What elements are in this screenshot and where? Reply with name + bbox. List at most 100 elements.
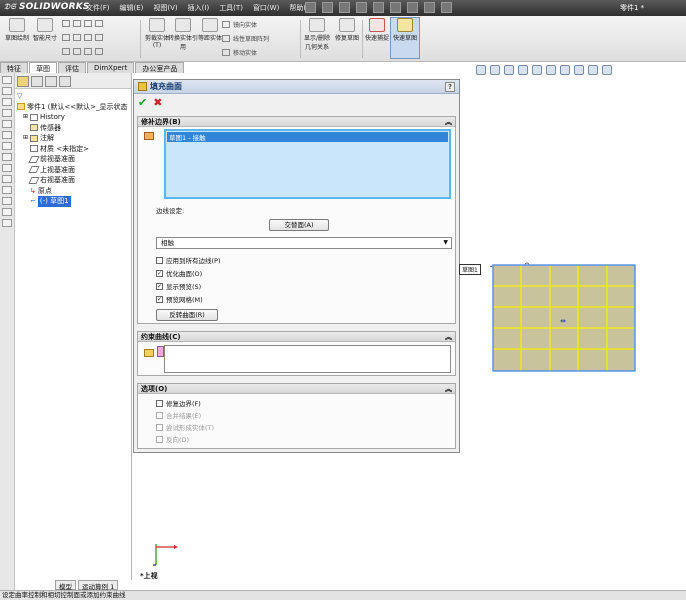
configuration-tab-icon[interactable] xyxy=(45,76,57,87)
collapse-chevron-icon[interactable]: ︽ xyxy=(445,384,452,394)
polygon-icon[interactable] xyxy=(84,34,92,41)
tree-item-sketch1[interactable]: ⌐ (-) 草图1 xyxy=(17,196,129,207)
solidworks-logo[interactable]: 𝔇𝔖 SOLIDWORKS xyxy=(4,2,90,12)
ellipse-icon[interactable] xyxy=(73,48,81,55)
menu-edit[interactable]: 编辑(E) xyxy=(120,3,144,13)
fillet-icon[interactable] xyxy=(95,34,103,41)
file-properties-icon[interactable] xyxy=(424,2,435,13)
centerline-icon[interactable] xyxy=(95,48,103,55)
slot-icon[interactable] xyxy=(62,48,70,55)
apply-scene-icon[interactable] xyxy=(588,65,598,75)
fill-surface-preview-mesh[interactable]: ⇹ xyxy=(490,262,640,374)
open-icon[interactable] xyxy=(322,2,333,13)
preview-mesh-checkbox[interactable]: ✓ 预览网格(M) xyxy=(156,294,203,304)
show-preview-checkbox[interactable]: ✓ 显示预览(S) xyxy=(156,281,201,291)
cancel-x-icon[interactable]: ✖ xyxy=(153,96,162,109)
menu-file[interactable]: 文件(F) xyxy=(86,3,110,13)
circle-icon[interactable] xyxy=(73,20,81,27)
tree-item-origin[interactable]: ↳ 原点 xyxy=(17,186,129,197)
menu-window[interactable]: 窗口(W) xyxy=(253,3,279,13)
try-solid-checkbox[interactable]: 尝试形成实体(T) xyxy=(156,422,214,432)
tab-model[interactable]: 模型 xyxy=(55,580,76,591)
help-button[interactable]: ? xyxy=(445,82,455,92)
strip-tool-icon[interactable] xyxy=(2,120,12,128)
previous-view-icon[interactable] xyxy=(504,65,514,75)
select-icon[interactable] xyxy=(390,2,401,13)
menu-insert[interactable]: 插入(I) xyxy=(188,3,210,13)
zoom-to-fit-icon[interactable] xyxy=(476,65,486,75)
point-icon[interactable] xyxy=(95,20,103,27)
offset-entities-button[interactable]: 等距实体 xyxy=(195,18,225,42)
tree-root-part[interactable]: 零件1 (默认<<默认>_显示状态 xyxy=(17,102,129,113)
arc-icon[interactable] xyxy=(73,34,81,41)
apply-all-edges-checkbox[interactable]: 应用到所有边线(P) xyxy=(156,255,221,265)
fix-boundary-checkbox[interactable]: 修复边界(F) xyxy=(156,398,201,408)
collapse-chevron-icon[interactable]: ︽ xyxy=(445,332,452,342)
rapid-sketch-button[interactable]: 快速草图 xyxy=(390,17,420,59)
new-document-icon[interactable] xyxy=(305,2,316,13)
options-icon[interactable] xyxy=(441,2,452,13)
print-icon[interactable] xyxy=(356,2,367,13)
line-icon[interactable] xyxy=(62,20,70,27)
tree-item-front-plane[interactable]: 前视基准面 xyxy=(17,154,129,165)
tab-features[interactable]: 特征 xyxy=(0,62,28,73)
linear-pattern[interactable]: 线性草图阵列 xyxy=(222,34,269,43)
merge-result-checkbox[interactable]: 合并结果(E) xyxy=(156,410,201,420)
menu-view[interactable]: 视图(V) xyxy=(153,3,177,13)
tree-item-right-plane[interactable]: 右视基准面 xyxy=(17,175,129,186)
strip-tool-icon[interactable] xyxy=(2,142,12,150)
relations-button[interactable]: 显示/删除几何关系 xyxy=(302,18,332,51)
tab-office-products[interactable]: 办公室产品 xyxy=(135,62,185,73)
strip-tool-icon[interactable] xyxy=(2,219,12,227)
save-icon[interactable] xyxy=(339,2,350,13)
group-header[interactable]: 选项(O) ︽ xyxy=(138,384,455,394)
tree-item-top-plane[interactable]: 上视基准面 xyxy=(17,165,129,176)
rectangle-icon[interactable] xyxy=(62,34,70,41)
feature-tree-tab-icon[interactable] xyxy=(17,76,29,87)
sketch-callout-label[interactable]: 草图1 xyxy=(459,264,481,275)
move-entities[interactable]: 移动实体 xyxy=(222,48,257,57)
property-manager-tab-icon[interactable] xyxy=(31,76,43,87)
tab-evaluate[interactable]: 评估 xyxy=(58,62,86,73)
group-header[interactable]: 约束曲线(C) ︽ xyxy=(138,332,455,342)
strip-tool-icon[interactable] xyxy=(2,87,12,95)
ok-check-icon[interactable]: ✔ xyxy=(138,96,147,109)
sketch-button[interactable]: 草图绘制 xyxy=(2,18,32,42)
strip-tool-icon[interactable] xyxy=(2,175,12,183)
filter-icon[interactable]: ▽ xyxy=(17,91,129,102)
strip-tool-icon[interactable] xyxy=(2,197,12,205)
strip-tool-icon[interactable] xyxy=(2,131,12,139)
optimize-surface-checkbox[interactable]: ✓ 优化曲面(O) xyxy=(156,268,202,278)
display-style-icon[interactable] xyxy=(546,65,556,75)
mirror-entities[interactable]: 镜向实体 xyxy=(222,20,257,29)
convert-entities-button[interactable]: 转换实体引用 xyxy=(168,18,198,51)
alternate-face-button[interactable]: 交替面(A) xyxy=(269,219,329,231)
edit-appearance-icon[interactable] xyxy=(574,65,584,75)
smart-dimension-button[interactable]: 智能尺寸 xyxy=(30,18,60,42)
strip-tool-icon[interactable] xyxy=(2,153,12,161)
strip-tool-icon[interactable] xyxy=(2,186,12,194)
boundary-list-item[interactable]: 草图1 - 接触 xyxy=(167,132,448,142)
rebuild-icon[interactable] xyxy=(407,2,418,13)
hide-show-items-icon[interactable] xyxy=(560,65,570,75)
tab-dimxpert[interactable]: DimXpert xyxy=(87,62,135,73)
tree-item-annotations[interactable]: ⊞ 注解 xyxy=(17,133,129,144)
undo-icon[interactable] xyxy=(373,2,384,13)
strip-tool-icon[interactable] xyxy=(2,98,12,106)
tree-item-sensors[interactable]: 传感器 xyxy=(17,123,129,134)
strip-tool-icon[interactable] xyxy=(2,208,12,216)
group-header[interactable]: 修补边界(B) ︽ xyxy=(138,117,455,127)
menu-tools[interactable]: 工具(T) xyxy=(219,3,243,13)
repair-sketch-button[interactable]: 修复草图 xyxy=(332,18,362,42)
edge-mode-select[interactable]: 相触 ▼ xyxy=(156,237,452,249)
reverse-surface-button[interactable]: 反转曲面(R) xyxy=(156,309,218,321)
tab-sketch[interactable]: 草图 xyxy=(29,62,57,73)
boundary-list[interactable]: 草图1 - 接触 xyxy=(164,129,451,199)
section-view-icon[interactable] xyxy=(518,65,528,75)
strip-tool-icon[interactable] xyxy=(2,164,12,172)
tree-item-history[interactable]: ⊞ History xyxy=(17,112,129,123)
collapse-chevron-icon[interactable]: ︽ xyxy=(445,117,452,127)
reverse-checkbox[interactable]: 反向(D) xyxy=(156,434,189,444)
spline-icon[interactable] xyxy=(84,20,92,27)
quick-snaps-button[interactable]: 快速捕捉 xyxy=(362,18,392,42)
